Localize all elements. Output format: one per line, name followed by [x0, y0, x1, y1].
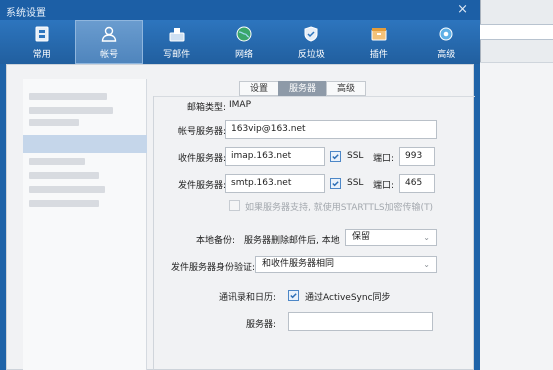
activesync-label: 通过ActiveSync同步	[305, 293, 391, 303]
account-item[interactable]	[29, 172, 99, 179]
background-panel	[480, 62, 553, 370]
mailbox-type-label: 邮箱类型:	[186, 103, 226, 113]
panel-divider	[153, 96, 475, 97]
tab-settings[interactable]: 设置	[239, 81, 280, 96]
local-backup-desc: 服务器删除邮件后, 本地	[244, 236, 340, 246]
tool-network[interactable]: 网络	[210, 20, 277, 64]
settings-toolbar: 常用 帐号 写邮件 网络 反垃圾 插件 高级	[0, 20, 480, 64]
settings-content: 设置 服务器 高级 邮箱类型: IMAP 帐号服务器: 163vip@163.n…	[6, 64, 475, 370]
tool-network-label: 网络	[234, 49, 253, 60]
mailbox-type-value: IMAP	[229, 100, 252, 110]
account-server-label: 帐号服务器:	[177, 127, 226, 137]
activesync-checkbox[interactable]	[288, 290, 299, 301]
panel-divider	[153, 96, 154, 370]
advanced-icon	[437, 25, 455, 43]
account-server-input[interactable]: 163vip@163.net	[225, 120, 437, 139]
account-list	[23, 79, 147, 370]
chevron-down-icon: ⌄	[423, 260, 430, 269]
incoming-ssl-label: SSL	[347, 151, 364, 161]
background-address-bar	[480, 24, 553, 40]
starttls-checkbox[interactable]	[229, 200, 240, 211]
activesync-server-input[interactable]	[288, 312, 433, 331]
incoming-port-input[interactable]: 993	[399, 147, 435, 166]
plugin-icon	[370, 25, 388, 43]
outgoing-ssl-label: SSL	[347, 178, 364, 188]
account-item[interactable]	[29, 200, 99, 207]
tool-general[interactable]: 常用	[8, 20, 75, 64]
tool-antispam[interactable]: 反垃圾	[278, 20, 345, 64]
incoming-server-input[interactable]: imap.163.net	[225, 147, 325, 166]
starttls-label: 如果服务器支持, 就使用STARTTLS加密传输(T)	[245, 203, 434, 213]
account-item[interactable]	[29, 158, 85, 165]
tool-advanced-label: 高级	[437, 49, 456, 60]
tool-general-label: 常用	[32, 49, 51, 60]
chevron-down-icon: ⌄	[423, 233, 430, 242]
tool-antispam-label: 反垃圾	[297, 49, 325, 60]
local-backup-value: 保留	[352, 232, 371, 242]
window-title: 系统设置	[6, 8, 46, 19]
outgoing-port-input[interactable]: 465	[399, 174, 435, 193]
close-icon[interactable]: ×	[457, 2, 468, 17]
local-backup-select[interactable]: 保留 ⌄	[345, 229, 437, 246]
general-icon	[33, 25, 51, 43]
check-icon	[332, 181, 339, 187]
account-icon	[100, 25, 118, 43]
outgoing-server-input[interactable]: smtp.163.net	[225, 174, 325, 193]
incoming-port-label: 端口:	[373, 154, 395, 164]
network-icon	[235, 25, 253, 43]
tool-compose[interactable]: 写邮件	[143, 20, 210, 64]
tool-plugin-label: 插件	[369, 49, 388, 60]
outgoing-auth-select[interactable]: 和收件服务器相同 ⌄	[255, 256, 437, 273]
tab-server[interactable]: 服务器	[278, 81, 328, 96]
activesync-server-label: 服务器:	[245, 320, 276, 330]
check-icon	[290, 293, 297, 299]
account-item[interactable]	[29, 107, 113, 114]
outgoing-ssl-checkbox[interactable]	[330, 178, 341, 189]
compose-icon	[168, 25, 186, 43]
tool-plugin[interactable]: 插件	[345, 20, 412, 64]
outgoing-port-label: 端口:	[373, 181, 395, 191]
tool-account-label: 帐号	[100, 49, 119, 60]
tool-account[interactable]: 帐号	[75, 20, 143, 64]
contacts-calendar-label: 通讯录和日历:	[218, 293, 276, 303]
tab-advanced[interactable]: 高级	[326, 81, 367, 96]
account-item[interactable]	[29, 186, 105, 193]
check-icon	[332, 154, 339, 160]
account-item[interactable]	[29, 119, 79, 126]
settings-dialog: 系统设置 × 常用 帐号 写邮件 网络 反垃圾 插件 高级 设置 服务器 高级 …	[0, 0, 480, 370]
outgoing-auth-label: 发件服务器身份验证:	[170, 263, 255, 273]
outgoing-auth-value: 和收件服务器相同	[262, 259, 335, 269]
antispam-icon	[302, 25, 320, 43]
incoming-server-label: 收件服务器:	[177, 154, 226, 164]
title-bar: 系统设置 ×	[0, 0, 480, 20]
server-tabs: 设置 服务器 高级	[239, 81, 367, 96]
account-item-selected[interactable]	[23, 135, 147, 153]
account-item[interactable]	[29, 93, 107, 100]
tool-advanced[interactable]: 高级	[413, 20, 480, 64]
tool-compose-label: 写邮件	[163, 49, 191, 60]
incoming-ssl-checkbox[interactable]	[330, 151, 341, 162]
local-backup-label: 本地备份:	[195, 236, 235, 246]
outgoing-server-label: 发件服务器:	[177, 181, 226, 191]
